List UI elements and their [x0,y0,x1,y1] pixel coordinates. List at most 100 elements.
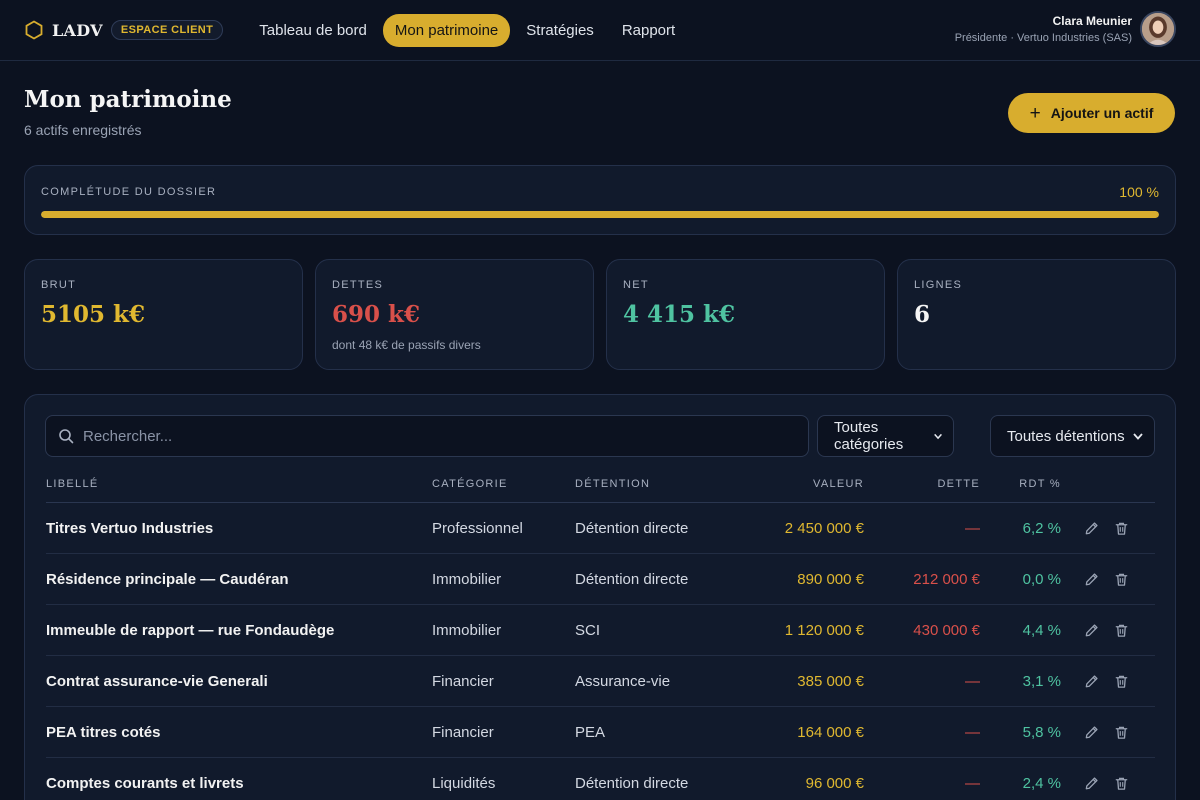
stat-value: 6 [914,301,931,328]
page-title: Mon patrimoine [24,86,232,113]
asset-label: Résidence principale — Caudéran [46,571,289,588]
asset-holding: Détention directe [575,571,689,588]
pencil-icon[interactable] [1084,725,1099,740]
header-label[interactable]: LIBELLÉ [46,478,99,490]
header-holding[interactable]: DÉTENTION [575,478,650,490]
asset-category: Liquidités [432,775,496,792]
asset-holding: SCI [575,622,601,639]
asset-holding: PEA [575,724,606,741]
table-row[interactable]: Comptes courants et livrets Liquidités Dét… [46,758,1155,800]
table-row[interactable]: PEA titres cotés Financier PEA 164 000 € — 5,… [46,707,1155,758]
stat-value: 690 k€ [332,301,420,328]
pencil-icon[interactable] [1084,572,1099,587]
page-subtitle: 6 actifs enregistrés [24,122,142,138]
asset-holding: Détention directe [575,520,689,537]
asset-value: 385 000 € [797,673,864,690]
category-select[interactable]: Toutes catégories [817,415,954,457]
table-row[interactable]: Immeuble de rapport — rue Fondaudège Immo… [46,605,1155,656]
brand-logo[interactable]: LADV ESPACE CLIENT [24,20,224,40]
stat-note: dont 48 k€ de passifs divers [332,338,481,352]
completeness-value: 100 % [1119,184,1159,200]
pencil-icon[interactable] [1084,776,1099,791]
add-asset-label: Ajouter un actif [1050,105,1154,121]
assets-panel: Toutes catégories Toutes détentions LIBE… [24,394,1176,800]
avatar[interactable] [1140,11,1176,47]
asset-holding: Détention directe [575,775,689,792]
nav-item-strategies[interactable]: Stratégies [514,14,606,47]
pencil-icon[interactable] [1084,674,1099,689]
trash-icon[interactable] [1114,623,1129,638]
completeness-label: COMPLÉTUDE DU DOSSIER [41,186,217,198]
asset-category: Financier [432,724,494,741]
stat-value: 4 415 k€ [623,301,735,328]
asset-label: Contrat assurance-vie Generali [46,673,268,690]
nav-item-dashboard[interactable]: Tableau de bord [247,14,379,47]
brand-name: LADV [52,20,103,40]
trash-icon[interactable] [1114,674,1129,689]
nav-item-rapport[interactable]: Rapport [610,14,687,47]
asset-value: 96 000 € [805,775,864,792]
stat-card-lignes: LIGNES 6 [897,259,1176,370]
stat-value: 5105 k€ [41,301,145,328]
chevron-down-icon [1133,433,1143,440]
asset-yield: 0,0 % [1022,571,1061,588]
asset-label: PEA titres cotés [46,724,161,741]
nav-item-patrimoine[interactable]: Mon patrimoine [382,13,511,47]
header-debt[interactable]: DETTE [937,478,980,490]
asset-label: Titres Vertuo Industries [46,520,214,537]
asset-label: Comptes courants et livrets [46,775,244,792]
user-info: Clara Meunier Présidente · Vertuo Indust… [955,14,1132,44]
pencil-icon[interactable] [1084,623,1099,638]
completeness-progress-fill [41,211,1159,218]
asset-value: 164 000 € [797,724,864,741]
asset-debt: — [965,673,980,690]
category-select-value: Toutes catégories [834,419,904,453]
search-input[interactable] [83,427,783,445]
asset-category: Immobilier [432,571,502,588]
asset-yield: 4,4 % [1022,622,1061,639]
table-header: LIBELLÉ CATÉGORIE DÉTENTION VALEUR DETTE… [46,475,1155,503]
asset-category: Financier [432,673,494,690]
pencil-icon[interactable] [1084,521,1099,536]
stat-label: NET [623,279,649,291]
asset-yield: 5,8 % [1022,724,1061,741]
holding-select[interactable]: Toutes détentions [990,415,1155,457]
stat-card-dettes: DETTES 690 k€ dont 48 k€ de passifs dive… [315,259,594,370]
asset-debt: — [965,775,980,792]
completeness-card: COMPLÉTUDE DU DOSSIER 100 % [24,165,1176,235]
main-nav: Tableau de bord Mon patrimoine Stratégie… [247,13,687,47]
top-bar: LADV ESPACE CLIENT Tableau de bord Mon p… [0,0,1200,61]
asset-value: 2 450 000 € [784,520,864,537]
trash-icon[interactable] [1114,776,1129,791]
table-row[interactable]: Titres Vertuo Industries Professionnel Dét… [46,503,1155,554]
stat-card-net: NET 4 415 k€ [606,259,885,370]
trash-icon[interactable] [1114,572,1129,587]
trash-icon[interactable] [1114,521,1129,536]
asset-value: 890 000 € [797,571,864,588]
table-row[interactable]: Contrat assurance-vie Generali Financier A… [46,656,1155,707]
search-icon [59,429,74,444]
asset-yield: 6,2 % [1022,520,1061,537]
user-role: Présidente · Vertuo Industries (SAS) [954,32,1132,44]
space-badge: ESPACE CLIENT [110,20,224,40]
asset-debt: 430 000 € [913,622,980,639]
asset-holding: Assurance-vie [575,673,671,690]
avatar-portrait-icon [1142,13,1174,45]
add-asset-button[interactable]: + Ajouter un actif [1008,93,1175,133]
asset-yield: 3,1 % [1022,673,1061,690]
stat-label: DETTES [332,279,384,291]
stat-card-brut: BRUT 5105 k€ [24,259,303,370]
trash-icon[interactable] [1114,725,1129,740]
header-category[interactable]: CATÉGORIE [432,478,508,490]
user-name: Clara Meunier [1052,14,1132,28]
asset-debt: — [965,520,980,537]
user-menu[interactable]: Clara Meunier Présidente · Vertuo Indust… [955,11,1176,47]
completeness-progress-bar [41,211,1159,218]
table-row[interactable]: Résidence principale — Caudéran Immobilie… [46,554,1155,605]
stat-label: BRUT [41,279,77,291]
asset-label: Immeuble de rapport — rue Fondaudège [46,622,335,639]
asset-debt: 212 000 € [913,571,980,588]
header-value[interactable]: VALEUR [813,478,864,490]
search-box[interactable] [45,415,809,457]
header-yield[interactable]: RDT % [1019,478,1061,490]
